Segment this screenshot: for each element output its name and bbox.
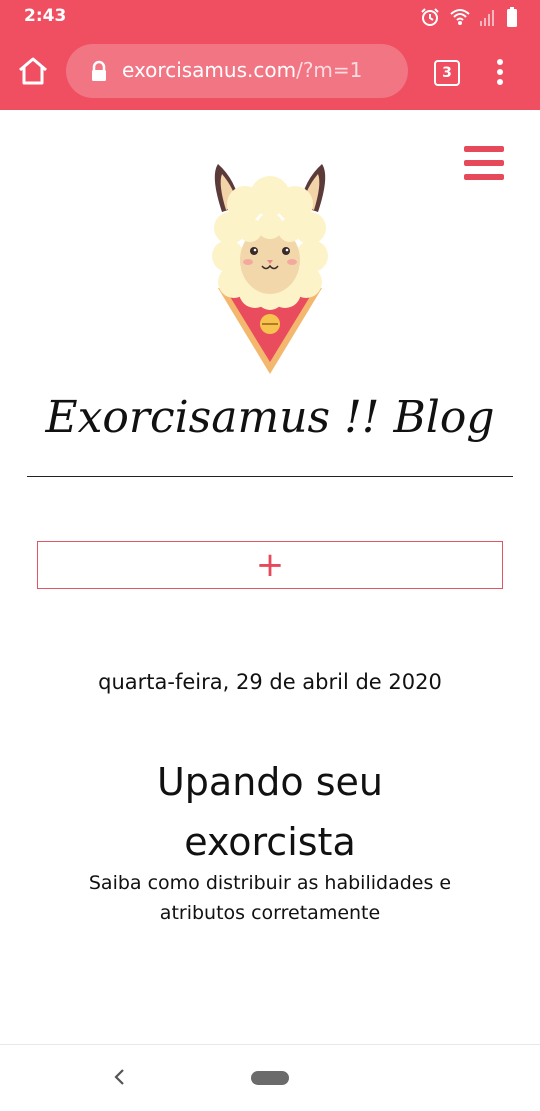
blog-title: Exorcisamus !! Blog (44, 392, 494, 443)
signal-icon (480, 10, 494, 26)
battery-icon (507, 7, 517, 27)
header-divider (27, 476, 513, 477)
home-pill-icon[interactable] (251, 1071, 289, 1085)
url-text: exorcisamus.com/?m=1 (122, 58, 362, 82)
plus-icon[interactable]: + (38, 542, 502, 588)
hamburger-line (464, 146, 504, 152)
llama-logo (212, 164, 328, 374)
android-nav-bar (0, 1044, 540, 1111)
expand-box[interactable]: + (37, 541, 503, 589)
alarm-icon (421, 8, 439, 26)
url-path: /?m=1 (296, 58, 363, 82)
back-icon[interactable] (110, 1067, 128, 1087)
browser-top-bar: 2:43 exorcisamus.com/?m=1 3 (0, 0, 540, 110)
url-domain: exorcisamus.com (122, 58, 297, 82)
hamburger-icon[interactable] (464, 146, 506, 184)
tabs-button[interactable]: 3 (434, 60, 460, 86)
status-bar: 2:43 (0, 0, 540, 32)
status-time: 2:43 (24, 6, 67, 26)
more-vert-icon[interactable] (494, 58, 506, 86)
post-date: quarta-feira, 29 de abril de 2020 (98, 670, 442, 694)
url-row: exorcisamus.com/?m=1 3 (0, 40, 540, 104)
home-icon[interactable] (16, 56, 50, 86)
hamburger-line (464, 174, 504, 180)
status-icons (420, 6, 518, 28)
wifi-icon (450, 9, 470, 25)
lock-icon (92, 60, 106, 81)
address-bar[interactable]: exorcisamus.com/?m=1 (66, 44, 408, 98)
blog-title-text: Exorcisamus !! Blog (44, 392, 494, 443)
post-title[interactable]: Upando seu exorcista (70, 752, 470, 872)
hamburger-line (464, 160, 504, 166)
post-subtitle: Saiba como distribuir as habilidades e a… (88, 872, 452, 924)
